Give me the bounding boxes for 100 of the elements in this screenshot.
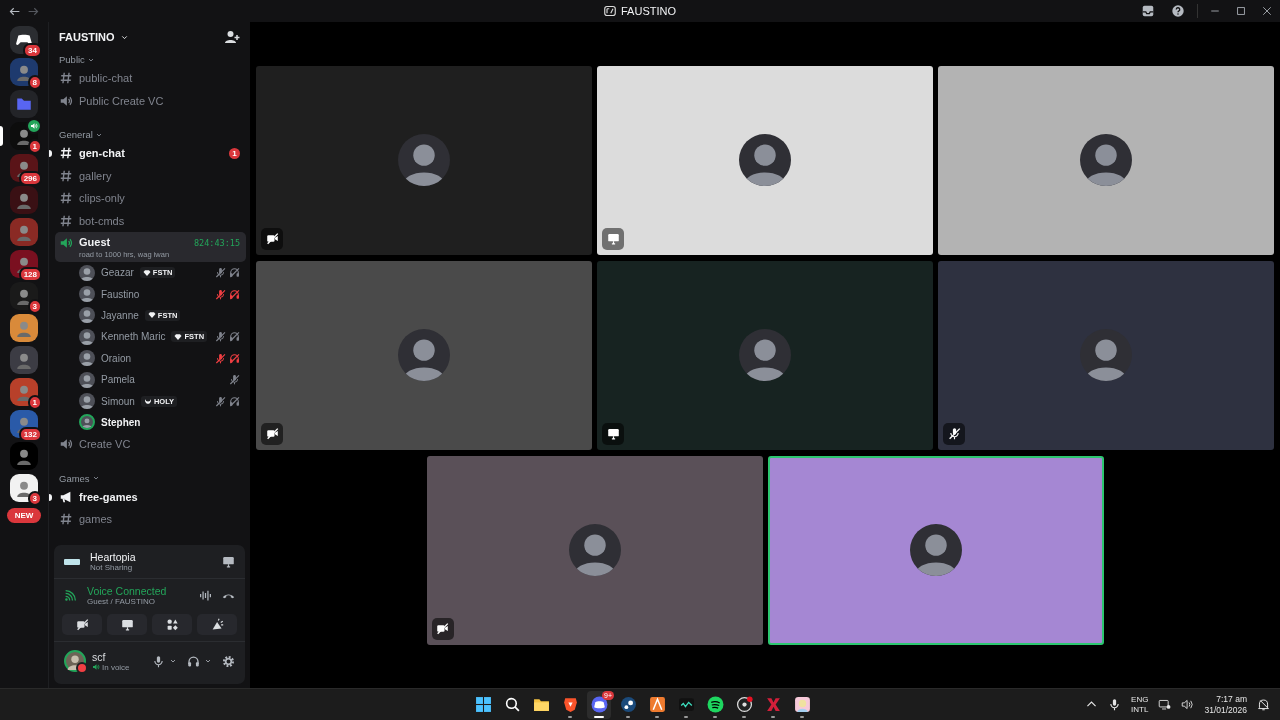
member-name[interactable]: Simoun	[101, 395, 135, 407]
unread-badge: 1	[27, 139, 42, 154]
game-name: Heartopia	[90, 551, 137, 563]
user-name: scf	[92, 650, 107, 663]
invite-icon	[224, 29, 240, 45]
gem-icon	[142, 268, 151, 277]
member-name[interactable]: Jayanne	[101, 309, 139, 321]
member-name[interactable]: Geazar	[101, 267, 134, 279]
video-tile[interactable]	[426, 455, 763, 645]
deafened-icon	[229, 352, 240, 364]
volume-icon	[1181, 698, 1195, 711]
server-icon[interactable]	[10, 218, 38, 246]
server-name[interactable]: FAUSTINO	[59, 31, 115, 43]
speaker-icon	[59, 236, 73, 250]
unread-badge: 34	[23, 43, 42, 58]
new-button[interactable]: NEW	[6, 508, 42, 523]
user-avatar[interactable]	[64, 650, 86, 672]
video-tile[interactable]	[256, 65, 592, 255]
avatar	[1080, 134, 1132, 186]
speaker-icon	[92, 663, 100, 671]
hash-icon	[59, 71, 73, 86]
member-name[interactable]: Stephen	[101, 416, 141, 428]
megaphone-icon	[59, 489, 73, 504]
call-timer: 824:43:15	[193, 238, 240, 248]
gem-icon	[147, 311, 156, 320]
muted-icon	[229, 374, 240, 386]
channel-name: Create VC	[79, 438, 131, 451]
server-icon[interactable]	[10, 346, 38, 374]
voice-location[interactable]: Guest / FAUSTINO	[87, 597, 189, 606]
avatar	[398, 329, 450, 381]
avatar	[398, 134, 450, 186]
activities-icon	[165, 618, 179, 631]
share-status: Not Sharing	[90, 563, 134, 572]
server-icon[interactable]	[10, 186, 38, 214]
channel-name: free-games	[79, 490, 138, 503]
category-name[interactable]: Games	[59, 472, 90, 484]
hash-icon	[59, 191, 73, 206]
gem-icon	[174, 332, 183, 341]
hash-icon	[59, 512, 73, 527]
screen-share-icon	[222, 555, 235, 568]
activities-button[interactable]	[152, 614, 192, 635]
category-name[interactable]: General	[59, 129, 93, 140]
category-name[interactable]: Public	[59, 54, 85, 65]
game-icon	[64, 558, 80, 565]
channel-name: clips-only	[79, 192, 125, 205]
mention-badge: 1	[229, 147, 240, 159]
soundboard-button[interactable]	[197, 614, 237, 635]
clock[interactable]: 7:17 am 31/01/2026	[1204, 693, 1247, 716]
channel-item[interactable]: public-chat	[55, 67, 246, 90]
member-name[interactable]: Oraion	[101, 352, 131, 364]
microphone-icon	[1108, 698, 1122, 711]
channel-item[interactable]: gallery	[55, 164, 246, 187]
hash-icon	[59, 146, 73, 161]
member-name[interactable]: Kenneth Maric	[101, 331, 166, 343]
channel-item[interactable]: bot-cmds	[55, 209, 246, 232]
muted-icon	[215, 352, 226, 364]
channel-item[interactable]: Create VC	[55, 433, 246, 456]
video-tile[interactable]	[938, 65, 1274, 255]
channel-item[interactable]: Public Create VC	[55, 89, 246, 112]
language-indicator[interactable]: ENG INTL	[1131, 694, 1149, 715]
channel-name: gallery	[79, 169, 112, 182]
server-icon[interactable]	[10, 314, 38, 342]
server-icon	[604, 5, 616, 17]
unread-badge: 3	[27, 491, 42, 506]
channel-name: games	[79, 513, 113, 526]
avatar	[1080, 329, 1132, 381]
speaker-icon	[30, 122, 38, 130]
muted-icon	[215, 288, 226, 300]
server-icon[interactable]	[10, 442, 38, 470]
chevron-icon	[204, 657, 212, 665]
screen-share-button[interactable]	[107, 614, 147, 635]
channel-name: public-chat	[79, 72, 133, 85]
soundboard-icon	[210, 618, 224, 631]
deafened-icon	[229, 331, 240, 343]
avatar	[909, 524, 962, 576]
server-icon[interactable]	[10, 90, 38, 118]
muted-icon	[215, 267, 226, 279]
unread-badge: 132	[18, 427, 42, 442]
close-icon	[1261, 5, 1273, 17]
unread-badge: 8	[27, 75, 42, 90]
avatar	[739, 134, 791, 186]
camera-off-button[interactable]	[62, 614, 102, 635]
video-tile[interactable]	[938, 260, 1274, 450]
video-tile[interactable]	[767, 455, 1104, 645]
channel-item[interactable]: clips-only	[55, 187, 246, 210]
video-tile[interactable]	[597, 65, 933, 255]
video-tile[interactable]	[597, 260, 933, 450]
hash-icon	[59, 213, 73, 228]
settings-icon	[222, 654, 235, 668]
member-name[interactable]: Faustino	[101, 288, 140, 300]
inbox-icon	[1141, 4, 1155, 18]
help-icon	[1171, 4, 1185, 18]
user-status: In voice	[102, 662, 130, 672]
video-tile[interactable]	[256, 260, 592, 450]
deafened-icon	[229, 288, 240, 300]
channel-name: gen-chat	[79, 147, 125, 160]
channel-item[interactable]: games	[55, 508, 246, 531]
chevron-icon	[169, 657, 177, 665]
member-name[interactable]: Pamela	[101, 374, 135, 386]
headphones-icon	[187, 654, 200, 668]
